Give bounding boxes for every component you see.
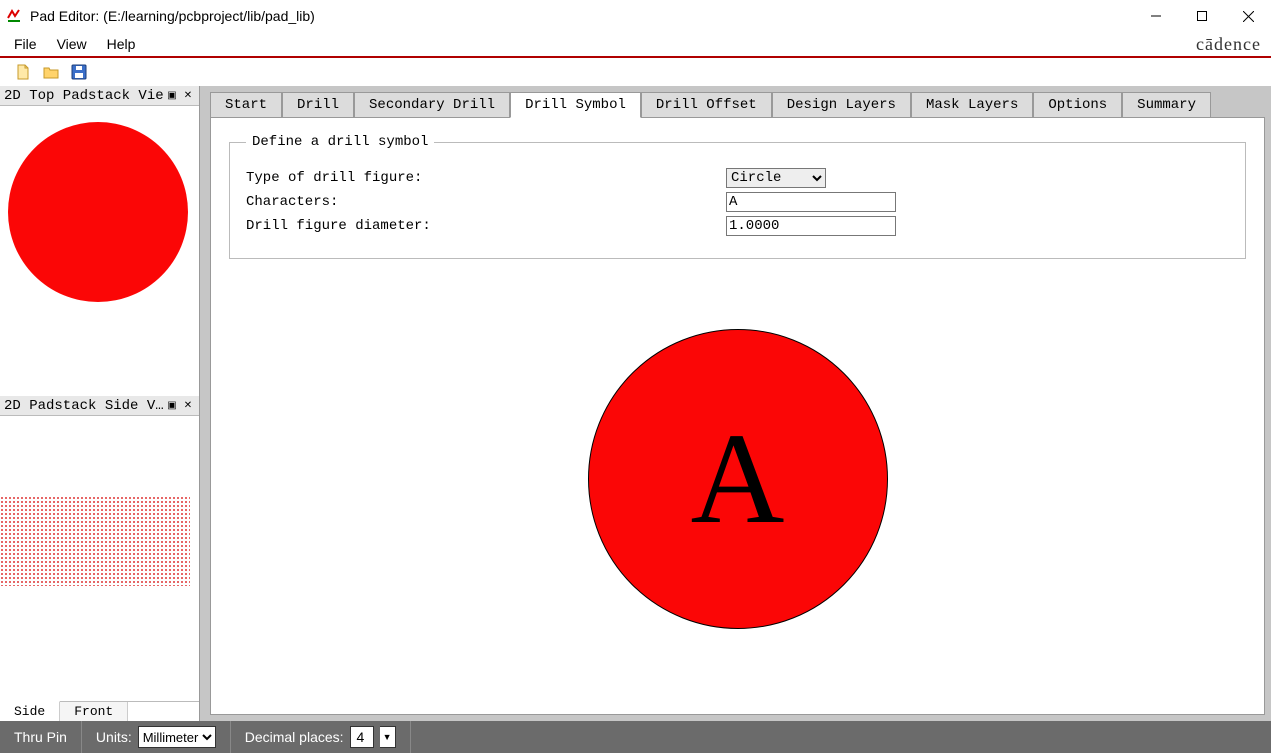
characters-input[interactable] — [726, 192, 896, 212]
tab-mask-layers[interactable]: Mask Layers — [911, 92, 1033, 118]
top-padstack-panel: 2D Top Padstack View ▣ ✕ — [0, 86, 199, 396]
side-panel-title: 2D Padstack Side V… — [4, 398, 163, 414]
side-tab-front[interactable]: Front — [60, 702, 128, 721]
menubar: File View Help cādence — [0, 32, 1271, 58]
maximize-button[interactable] — [1179, 0, 1225, 32]
undock-icon[interactable]: ▣ — [165, 400, 179, 411]
close-button[interactable] — [1225, 0, 1271, 32]
main-area: 2D Top Padstack View ▣ ✕ 2D Padstack Sid… — [0, 86, 1271, 721]
toolbar — [0, 58, 1271, 86]
characters-label: Characters: — [246, 194, 726, 210]
drill-figure-circle: A — [588, 329, 888, 629]
padstack-side-shape — [0, 496, 190, 586]
menu-file[interactable]: File — [4, 32, 47, 56]
tab-start[interactable]: Start — [210, 92, 282, 118]
status-thru-pin: Thru Pin — [0, 721, 82, 753]
drill-symbol-group: Define a drill symbol Type of drill figu… — [229, 134, 1246, 259]
tab-drill[interactable]: Drill — [282, 92, 354, 118]
tab-secondary-drill[interactable]: Secondary Drill — [354, 92, 510, 118]
left-panels: 2D Top Padstack View ▣ ✕ 2D Padstack Sid… — [0, 86, 200, 721]
diameter-input[interactable] — [726, 216, 896, 236]
decimal-label: Decimal places: — [245, 729, 344, 745]
side-view-canvas[interactable] — [0, 416, 199, 701]
minimize-button[interactable] — [1133, 0, 1179, 32]
app-icon — [6, 8, 22, 24]
status-decimal: Decimal places: 4 ▼ — [231, 721, 411, 753]
tab-options[interactable]: Options — [1033, 92, 1122, 118]
new-file-button[interactable] — [14, 63, 32, 81]
thru-pin-label: Thru Pin — [14, 729, 67, 745]
titlebar: Pad Editor: (E:/learning/pcbproject/lib/… — [0, 0, 1271, 32]
brand-logo: cādence — [1196, 34, 1267, 55]
decimal-dropdown-icon[interactable]: ▼ — [380, 726, 396, 748]
menu-help[interactable]: Help — [97, 32, 146, 56]
padstack-top-shape — [8, 122, 188, 302]
row-characters: Characters: — [246, 192, 1229, 212]
side-view-tabs: Side Front — [0, 701, 199, 721]
window-title: Pad Editor: (E:/learning/pcbproject/lib/… — [30, 8, 315, 24]
save-button[interactable] — [70, 63, 88, 81]
drill-preview: A — [229, 259, 1246, 698]
top-view-canvas[interactable] — [0, 106, 199, 396]
drill-figure-char: A — [691, 404, 785, 554]
tab-drill-offset[interactable]: Drill Offset — [641, 92, 772, 118]
tab-summary[interactable]: Summary — [1122, 92, 1211, 118]
tab-drill-symbol[interactable]: Drill Symbol — [510, 92, 641, 118]
type-label: Type of drill figure: — [246, 170, 726, 186]
group-legend: Define a drill symbol — [246, 134, 434, 150]
open-file-button[interactable] — [42, 63, 60, 81]
tab-body: Define a drill symbol Type of drill figu… — [210, 117, 1265, 715]
close-panel-icon[interactable]: ✕ — [181, 400, 195, 411]
menu-view[interactable]: View — [47, 32, 97, 56]
status-units: Units: Millimeter — [82, 721, 231, 753]
units-select[interactable]: Millimeter — [138, 726, 216, 748]
top-panel-header: 2D Top Padstack View ▣ ✕ — [0, 86, 199, 106]
type-select[interactable]: Circle — [726, 168, 826, 188]
top-panel-title: 2D Top Padstack View — [4, 88, 163, 104]
units-label: Units: — [96, 729, 132, 745]
row-diameter: Drill figure diameter: — [246, 216, 1229, 236]
side-tab-side[interactable]: Side — [0, 701, 60, 721]
tab-design-layers[interactable]: Design Layers — [772, 92, 911, 118]
close-panel-icon[interactable]: ✕ — [181, 90, 195, 101]
side-padstack-panel: 2D Padstack Side V… ▣ ✕ Side Front — [0, 396, 199, 721]
diameter-label: Drill figure diameter: — [246, 218, 726, 234]
window-controls — [1133, 0, 1271, 32]
side-panel-header: 2D Padstack Side V… ▣ ✕ — [0, 396, 199, 416]
main-tabs: Start Drill Secondary Drill Drill Symbol… — [210, 92, 1265, 118]
undock-icon[interactable]: ▣ — [165, 90, 179, 101]
row-type: Type of drill figure: Circle — [246, 168, 1229, 188]
decimal-value[interactable]: 4 — [350, 726, 374, 748]
statusbar: Thru Pin Units: Millimeter Decimal place… — [0, 721, 1271, 753]
content-area: Start Drill Secondary Drill Drill Symbol… — [200, 86, 1271, 721]
